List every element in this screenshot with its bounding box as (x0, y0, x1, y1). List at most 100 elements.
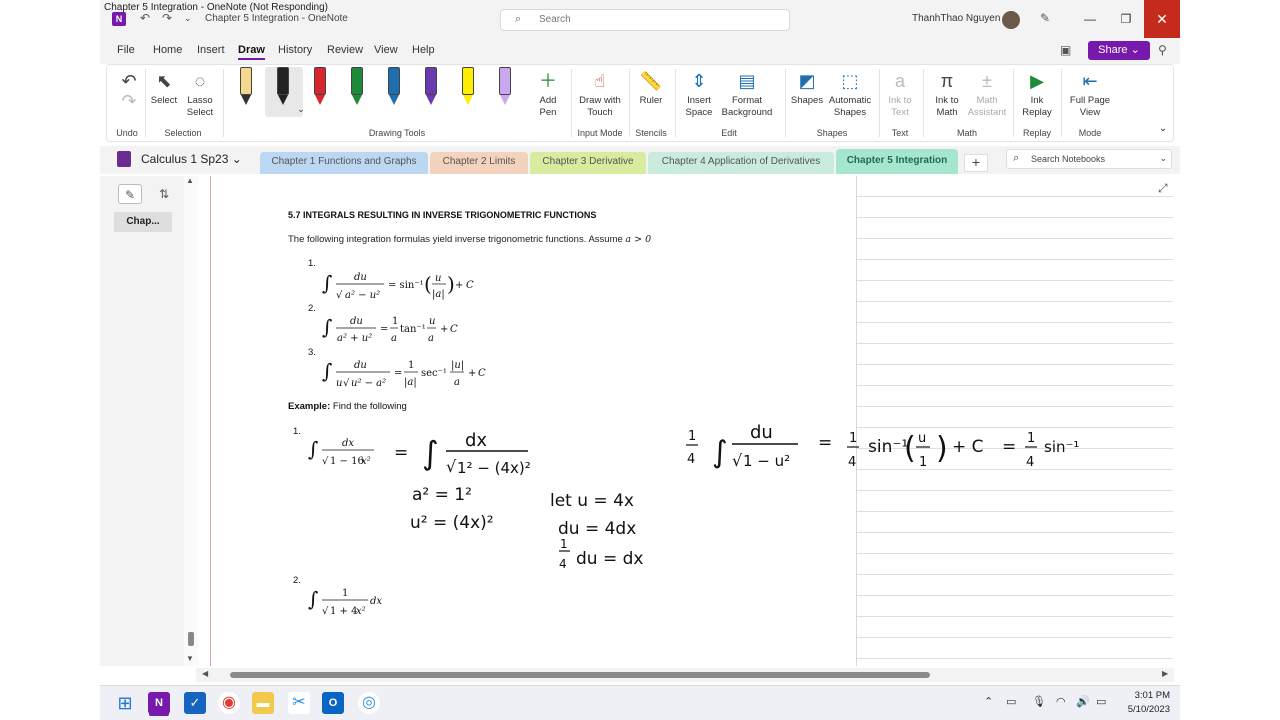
tray-display-icon[interactable]: ▭ (1006, 695, 1016, 708)
recorder-taskbar-icon[interactable]: ◎ (358, 692, 380, 714)
menu-file[interactable]: File (117, 44, 135, 56)
menu-help[interactable]: Help (412, 44, 435, 56)
immersive-reader-icon[interactable]: ▣ (1060, 43, 1071, 57)
undo-quick-icon[interactable]: ↶ (140, 11, 150, 25)
pen-swatch[interactable] (455, 67, 481, 113)
pen-swatch[interactable] (344, 67, 370, 113)
svg-text:|u|: |u| (451, 360, 464, 371)
tab-chapter-3[interactable]: Chapter 3 Derivative (530, 152, 646, 174)
share-button[interactable]: Share ⌄ (1088, 41, 1150, 60)
windows-start-icon[interactable]: ⊞ (114, 692, 136, 714)
chevron-down-icon[interactable]: ⌄ (1159, 153, 1167, 164)
menu-review[interactable]: Review (327, 44, 363, 56)
svg-text:=: = (394, 368, 402, 379)
ribbon-collapse-icon[interactable]: ⌄ (1157, 123, 1169, 135)
user-name[interactable]: ThanhThao Nguyen (912, 13, 1000, 24)
file-explorer-icon[interactable]: ▬ (252, 692, 274, 714)
menu-history[interactable]: History (278, 44, 312, 56)
feedback-icon[interactable]: ⚲ (1158, 43, 1167, 57)
whiteboard-taskbar-icon[interactable]: ✓ (184, 692, 206, 714)
svg-text:a² = 1²: a² = 1² (412, 485, 472, 505)
avatar[interactable] (1002, 11, 1020, 29)
sort-pages-icon[interactable]: ⇅ (152, 184, 176, 204)
pen-swatch[interactable] (492, 67, 518, 113)
scroll-up-icon[interactable]: ▲ (186, 176, 194, 185)
svg-text:x²: x² (356, 606, 366, 617)
tab-chapter-4[interactable]: Chapter 4 Application of Derivatives (648, 152, 834, 174)
snipping-tool-icon[interactable]: ✂ (288, 692, 310, 714)
select-button[interactable]: ⬉ Select (147, 69, 181, 107)
svg-text:√: √ (732, 451, 743, 470)
pen-swatch[interactable] (418, 67, 444, 113)
ruler-button[interactable]: 📏 Ruler (633, 69, 669, 107)
group-text: Text (891, 128, 909, 138)
taskbar-clock[interactable]: 3:01 PM 5/10/2023 (1118, 689, 1170, 717)
pen-swatch[interactable] (381, 67, 407, 113)
tab-chapter-2[interactable]: Chapter 2 Limits (430, 152, 528, 174)
search-notebooks-input[interactable]: ⌕ Search Notebooks ⌄ (1006, 149, 1172, 169)
automatic-shapes-button[interactable]: ⬚ Automatic Shapes (825, 69, 875, 119)
full-page-view-button[interactable]: ⇤ Full Page View (1065, 69, 1115, 119)
notebook-name[interactable]: Calculus 1 Sp23 ⌄ (141, 152, 242, 166)
tab-chapter-1[interactable]: Chapter 1 Functions and Graphs (260, 152, 428, 174)
tray-chevron-up-icon[interactable]: ⌃ (984, 695, 993, 708)
ink-replay-button[interactable]: ▶ Ink Replay (1017, 69, 1057, 119)
menu-view[interactable]: View (374, 44, 398, 56)
volume-icon[interactable]: 🔊 (1076, 695, 1090, 708)
add-page-icon[interactable]: ✎ (118, 184, 142, 204)
pen-swatch[interactable] (307, 67, 333, 113)
notebook-bar: Calculus 1 Sp23 ⌄ Chapter 1 Functions an… (100, 146, 1180, 174)
page-item[interactable]: Chap... (114, 212, 172, 232)
battery-icon[interactable]: ▭ (1096, 695, 1106, 708)
search-input[interactable]: ⌕ Search (500, 9, 790, 31)
format-background-button[interactable]: ▤ Format Background (719, 69, 775, 119)
chrome-taskbar-icon[interactable]: ◉ (218, 692, 240, 714)
play-icon: ▶ (1030, 71, 1044, 91)
onenote-taskbar-icon[interactable]: N (148, 692, 170, 714)
svg-text:=: = (818, 433, 832, 453)
pen-swatch[interactable] (233, 67, 259, 113)
insert-space-button[interactable]: ⇕ Insert Space (679, 69, 719, 119)
pen-feedback-icon[interactable]: ✎ (1040, 11, 1050, 25)
draw-with-touch-button[interactable]: ☝ Draw with Touch (575, 69, 625, 119)
lasso-select-button[interactable]: ◌ Lasso Select (183, 69, 217, 119)
pen-swatch[interactable] (270, 67, 296, 113)
horizontal-scroll-thumb[interactable] (230, 672, 930, 678)
vertical-scrollbar[interactable]: ▲ ▼ (184, 176, 198, 666)
ink-work-solution: 1 4 ∫ du √ 1 − u² = 1 4 sin⁻¹ ( u 1 ) + … (686, 422, 1080, 470)
outlook-taskbar-icon[interactable]: O (322, 692, 344, 714)
redo-quick-icon[interactable]: ↷ (162, 11, 172, 25)
menu-insert[interactable]: Insert (197, 44, 225, 56)
ink-to-text-button[interactable]: a Ink to Text (883, 69, 917, 119)
math-assistant-button[interactable]: ± Math Assistant (965, 69, 1009, 119)
horizontal-scrollbar[interactable]: ◀ ▶ (196, 668, 1174, 682)
menu-draw[interactable]: Draw (238, 44, 265, 60)
clock-time: 3:01 PM (1134, 690, 1170, 701)
draw-touch-label: Draw with Touch (579, 95, 621, 118)
wifi-icon[interactable]: ◠ (1056, 695, 1066, 708)
ribbon-separator (1061, 69, 1062, 137)
scroll-down-icon[interactable]: ▼ (186, 654, 194, 663)
tab-chapter-5[interactable]: Chapter 5 Integration (836, 149, 958, 174)
notebook-icon[interactable] (117, 151, 131, 167)
quick-access-chevron-icon[interactable]: ⌄ (184, 13, 192, 24)
redo-button[interactable]: ↷ (117, 89, 137, 115)
minimize-button[interactable]: — (1072, 0, 1108, 38)
microphone-icon[interactable]: 🎙 (1032, 695, 1046, 708)
menu-home[interactable]: Home (153, 44, 182, 56)
pen-options-chevron-icon[interactable]: ⌄ (295, 103, 307, 115)
restore-button[interactable]: ❐ (1108, 0, 1144, 38)
expand-icon[interactable]: ⤢ (1158, 181, 1168, 196)
scroll-left-icon[interactable]: ◀ (202, 669, 208, 678)
select-label: Select (150, 95, 178, 106)
close-button[interactable]: ✕ (1144, 0, 1180, 38)
shapes-button[interactable]: ◩ Shapes (789, 69, 825, 107)
svg-text:4: 4 (559, 557, 567, 571)
clock-date: 5/10/2023 (1127, 704, 1170, 715)
scroll-right-icon[interactable]: ▶ (1162, 669, 1168, 678)
vertical-scroll-thumb[interactable] (188, 632, 194, 646)
add-pen-button[interactable]: ＋ Add Pen (531, 69, 565, 119)
ink-to-math-button[interactable]: π Ink to Math (927, 69, 967, 119)
add-section-button[interactable]: + (964, 154, 988, 172)
group-math: Math (956, 128, 977, 138)
